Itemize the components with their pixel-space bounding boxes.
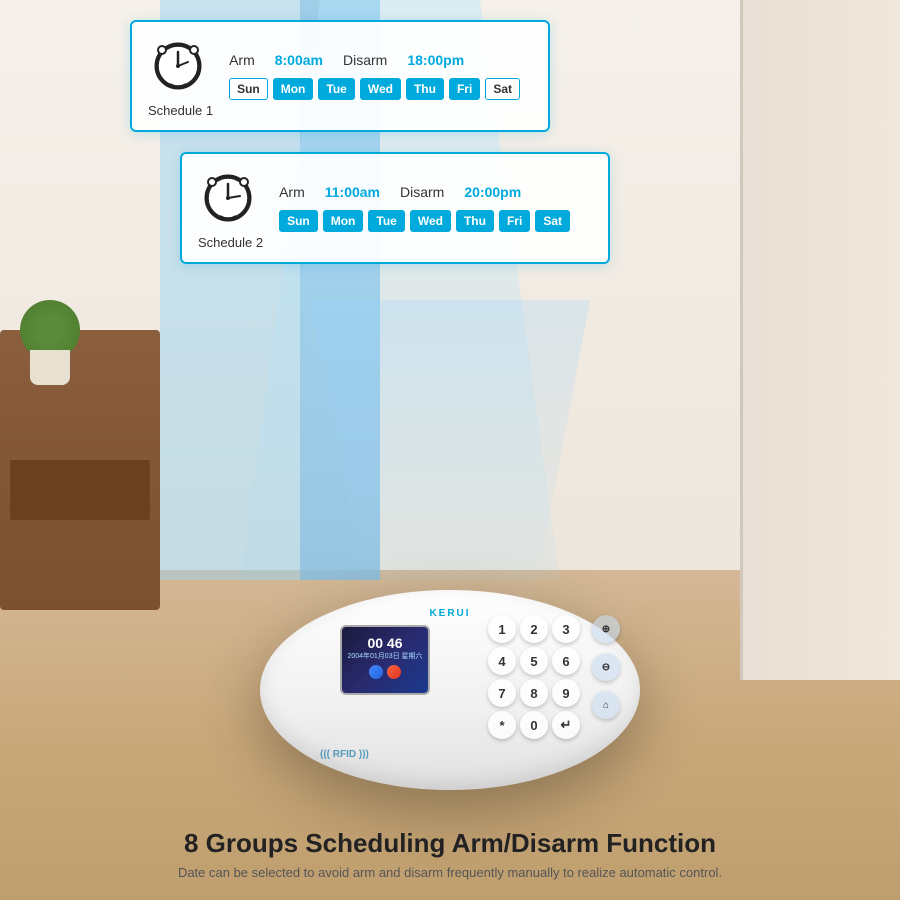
key-4[interactable]: 4 [488, 647, 516, 675]
day-btn-s2-tue[interactable]: Tue [368, 210, 404, 232]
key-5[interactable]: 5 [520, 647, 548, 675]
schedule-2-info: Arm 11:00am Disarm 20:00pm SunMonTue WedT… [279, 184, 592, 232]
day-btn-s2-fri[interactable]: Fri [499, 210, 530, 232]
key-6[interactable]: 6 [552, 647, 580, 675]
day-btn-s2-sat[interactable]: Sat [535, 210, 570, 232]
arm-disarm-row-1: Arm 8:00am Disarm 18:00pm [229, 52, 532, 68]
alarm-device: KERUI 00 46 2004年01月03日 星期六 123 456 789 *0↵… [260, 590, 640, 790]
disarm-key[interactable]: ⊖ [592, 653, 620, 681]
key-*[interactable]: * [488, 711, 516, 739]
key-0[interactable]: 0 [520, 711, 548, 739]
keypad: 123 456 789 *0↵ [488, 615, 580, 739]
disarm-label-2: Disarm [400, 184, 444, 200]
device-body: KERUI 00 46 2004年01月03日 星期六 123 456 789 *0↵… [260, 590, 640, 790]
key-9[interactable]: 9 [552, 679, 580, 707]
key-2[interactable]: 2 [520, 615, 548, 643]
plant-pot [30, 350, 70, 385]
right-panel [740, 0, 900, 680]
schedule-card-2: Schedule 2 Arm 11:00am Disarm 20:00pm Su… [180, 152, 610, 264]
arm-label-1: Arm [229, 52, 255, 68]
rfid-label: ((( RFID ))) [320, 749, 369, 760]
day-btn-s1-tue[interactable]: Tue [318, 78, 354, 100]
bottom-text: 8 Groups Scheduling Arm/Disarm Function … [0, 828, 900, 880]
rfid-area: ((( RFID ))) [320, 749, 369, 760]
key-8[interactable]: 8 [520, 679, 548, 707]
day-btn-s1-sat[interactable]: Sat [485, 78, 520, 100]
plant [20, 300, 80, 385]
schedule-2-icon-area: Schedule 2 [198, 166, 263, 250]
screen-icon-1 [369, 665, 383, 679]
schedule-card-1: Schedule 1 Arm 8:00am Disarm 18:00pm Sun… [130, 20, 550, 132]
day-btn-s1-wed[interactable]: Wed [360, 78, 401, 100]
day-btn-s2-thu[interactable]: Thu [456, 210, 494, 232]
arm-time-1: 8:00am [275, 52, 323, 68]
disarm-time-2: 20:00pm [464, 184, 521, 200]
screen-icon-2 [387, 665, 401, 679]
disarm-label-1: Disarm [343, 52, 387, 68]
key-7[interactable]: 7 [488, 679, 516, 707]
screen-time: 00 46 [342, 635, 428, 651]
day-btn-s2-wed[interactable]: Wed [410, 210, 451, 232]
days-row-1: SunMonTue WedThuFriSat [229, 78, 532, 100]
schedule-1-icon-area: Schedule 1 [148, 34, 213, 118]
day-btn-s2-mon[interactable]: Mon [323, 210, 364, 232]
days-row-2: SunMonTue WedThuFriSat [279, 210, 592, 232]
sub-title: Date can be selected to avoid arm and di… [0, 865, 900, 880]
clock-icon-1 [148, 34, 208, 94]
day-btn-s1-mon[interactable]: Mon [273, 78, 314, 100]
arm-time-2: 11:00am [325, 184, 380, 200]
day-btn-s1-thu[interactable]: Thu [406, 78, 444, 100]
screen-icons [342, 665, 428, 679]
schedule-1-label: Schedule 1 [148, 103, 213, 118]
arm-label-2: Arm [279, 184, 305, 200]
day-btn-s2-sun[interactable]: Sun [279, 210, 318, 232]
schedule-1-info: Arm 8:00am Disarm 18:00pm SunMonTue WedTh… [229, 52, 532, 100]
main-title: 8 Groups Scheduling Arm/Disarm Function [0, 828, 900, 859]
schedules-area: Schedule 1 Arm 8:00am Disarm 18:00pm Sun… [130, 20, 610, 264]
day-btn-s1-fri[interactable]: Fri [449, 78, 480, 100]
disarm-time-1: 18:00pm [407, 52, 464, 68]
device-brand: KERUI [429, 608, 470, 619]
key-enter[interactable]: ↵ [552, 711, 580, 739]
clock-icon-2 [198, 166, 258, 226]
schedule-2-label: Schedule 2 [198, 235, 263, 250]
key-3[interactable]: 3 [552, 615, 580, 643]
screen-date: 2004年01月03日 星期六 [342, 651, 428, 661]
arm-key[interactable]: ⊕ [592, 615, 620, 643]
day-btn-s1-sun[interactable]: Sun [229, 78, 268, 100]
arm-disarm-row-2: Arm 11:00am Disarm 20:00pm [279, 184, 592, 200]
key-1[interactable]: 1 [488, 615, 516, 643]
device-screen: 00 46 2004年01月03日 星期六 [340, 625, 430, 695]
home-key[interactable]: ⌂ [592, 691, 620, 719]
